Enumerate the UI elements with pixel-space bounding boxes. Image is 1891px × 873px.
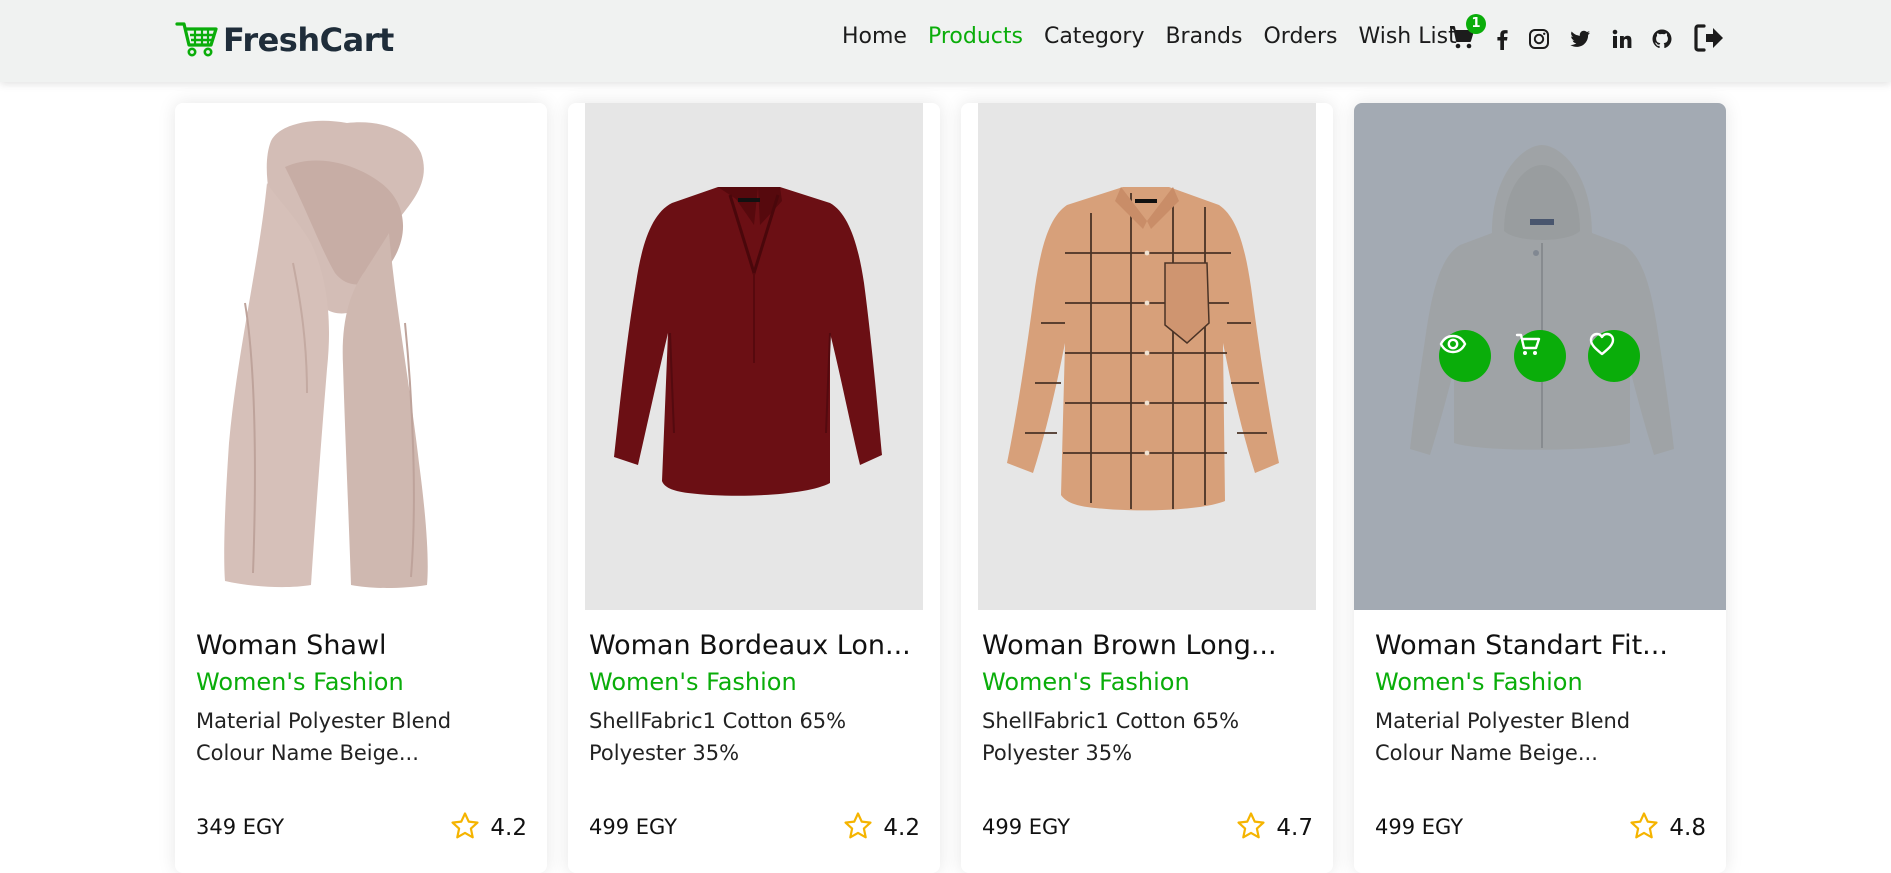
quick-view-button[interactable] [1439, 330, 1491, 382]
product-rating: 4.7 [1236, 811, 1313, 845]
rating-value: 4.8 [1669, 815, 1706, 841]
nav-link-brands[interactable]: Brands [1165, 24, 1242, 49]
product-image-hoodie[interactable] [1354, 103, 1726, 610]
cart-logo-icon [175, 18, 219, 62]
description-line: Colour Name Beige... [1375, 741, 1598, 765]
product-rating: 4.2 [450, 811, 527, 845]
brand-name: FreshCart [223, 21, 394, 59]
product-description: Material Polyester Blend Colour Name Bei… [1375, 705, 1705, 769]
description-line: ShellFabric1 Cotton 65% [982, 709, 1240, 733]
cart-count-badge: 1 [1466, 14, 1486, 34]
description-line: ShellFabric1 Cotton 65% [589, 709, 847, 733]
product-title[interactable]: Woman Shawl [196, 630, 387, 661]
product-category: Women's Fashion [589, 668, 797, 696]
rating-value: 4.2 [490, 815, 527, 841]
product-price: 499 EGY [1375, 815, 1464, 839]
product-price: 499 EGY [982, 815, 1071, 839]
add-to-wishlist-button[interactable] [1588, 330, 1640, 382]
product-rating: 4.8 [1629, 811, 1706, 845]
description-line: Polyester 35% [982, 741, 1133, 765]
nav-links: Home Products Category Brands Orders Wis… [842, 24, 1478, 49]
twitter-icon[interactable] [1569, 28, 1591, 50]
star-icon [1236, 811, 1276, 845]
product-price: 349 EGY [196, 815, 285, 839]
product-image-brown-shirt[interactable] [961, 103, 1333, 610]
product-card[interactable]: Woman Shawl Women's Fashion Material Pol… [175, 103, 547, 873]
product-description: ShellFabric1 Cotton 65% Polyester 35% [589, 705, 919, 769]
nav-link-products[interactable]: Products [928, 24, 1023, 49]
product-price: 499 EGY [589, 815, 678, 839]
nav-link-category[interactable]: Category [1044, 24, 1145, 49]
cart-button[interactable]: 1 [1449, 14, 1486, 54]
star-icon [1629, 811, 1669, 845]
nav-link-home[interactable]: Home [842, 24, 907, 49]
navbar: FreshCart Home Products Category Brands … [0, 0, 1891, 82]
product-title[interactable]: Woman Brown Long... [982, 630, 1277, 661]
description-line: Material Polyester Blend [1375, 709, 1631, 733]
product-description: ShellFabric1 Cotton 65% Polyester 35% [982, 705, 1312, 769]
product-card[interactable]: Woman Brown Long... Women's Fashion Shel… [961, 103, 1333, 873]
facebook-icon[interactable] [1491, 28, 1513, 50]
product-title[interactable]: Woman Standart Fit... [1375, 630, 1668, 661]
sign-out-icon[interactable] [1693, 23, 1725, 53]
product-rating: 4.2 [843, 811, 920, 845]
star-icon [843, 811, 883, 845]
add-to-cart-button[interactable] [1514, 330, 1566, 382]
product-description: Material Polyester Blend Colour Name Bei… [196, 705, 526, 769]
product-image-shawl[interactable] [175, 103, 547, 610]
star-icon [450, 811, 490, 845]
description-line: Colour Name Beige... [196, 741, 419, 765]
product-card[interactable]: Woman Bordeaux Lon... Women's Fashion Sh… [568, 103, 940, 873]
cart-icon [1449, 26, 1475, 54]
product-category: Women's Fashion [196, 668, 404, 696]
instagram-icon[interactable] [1528, 28, 1550, 50]
product-category: Women's Fashion [1375, 668, 1583, 696]
linkedin-icon[interactable] [1611, 28, 1633, 50]
github-icon[interactable] [1651, 28, 1673, 50]
product-image-bordeaux-shirt[interactable] [568, 103, 940, 610]
rating-value: 4.2 [883, 815, 920, 841]
brand-logo[interactable]: FreshCart [175, 18, 394, 62]
product-card[interactable]: Woman Standart Fit... Women's Fashion Ma… [1354, 103, 1726, 873]
nav-link-wishlist[interactable]: Wish List [1358, 24, 1456, 49]
product-category: Women's Fashion [982, 668, 1190, 696]
product-title[interactable]: Woman Bordeaux Lon... [589, 630, 911, 661]
description-line: Material Polyester Blend [196, 709, 452, 733]
nav-link-orders[interactable]: Orders [1263, 24, 1337, 49]
description-line: Polyester 35% [589, 741, 740, 765]
rating-value: 4.7 [1276, 815, 1313, 841]
